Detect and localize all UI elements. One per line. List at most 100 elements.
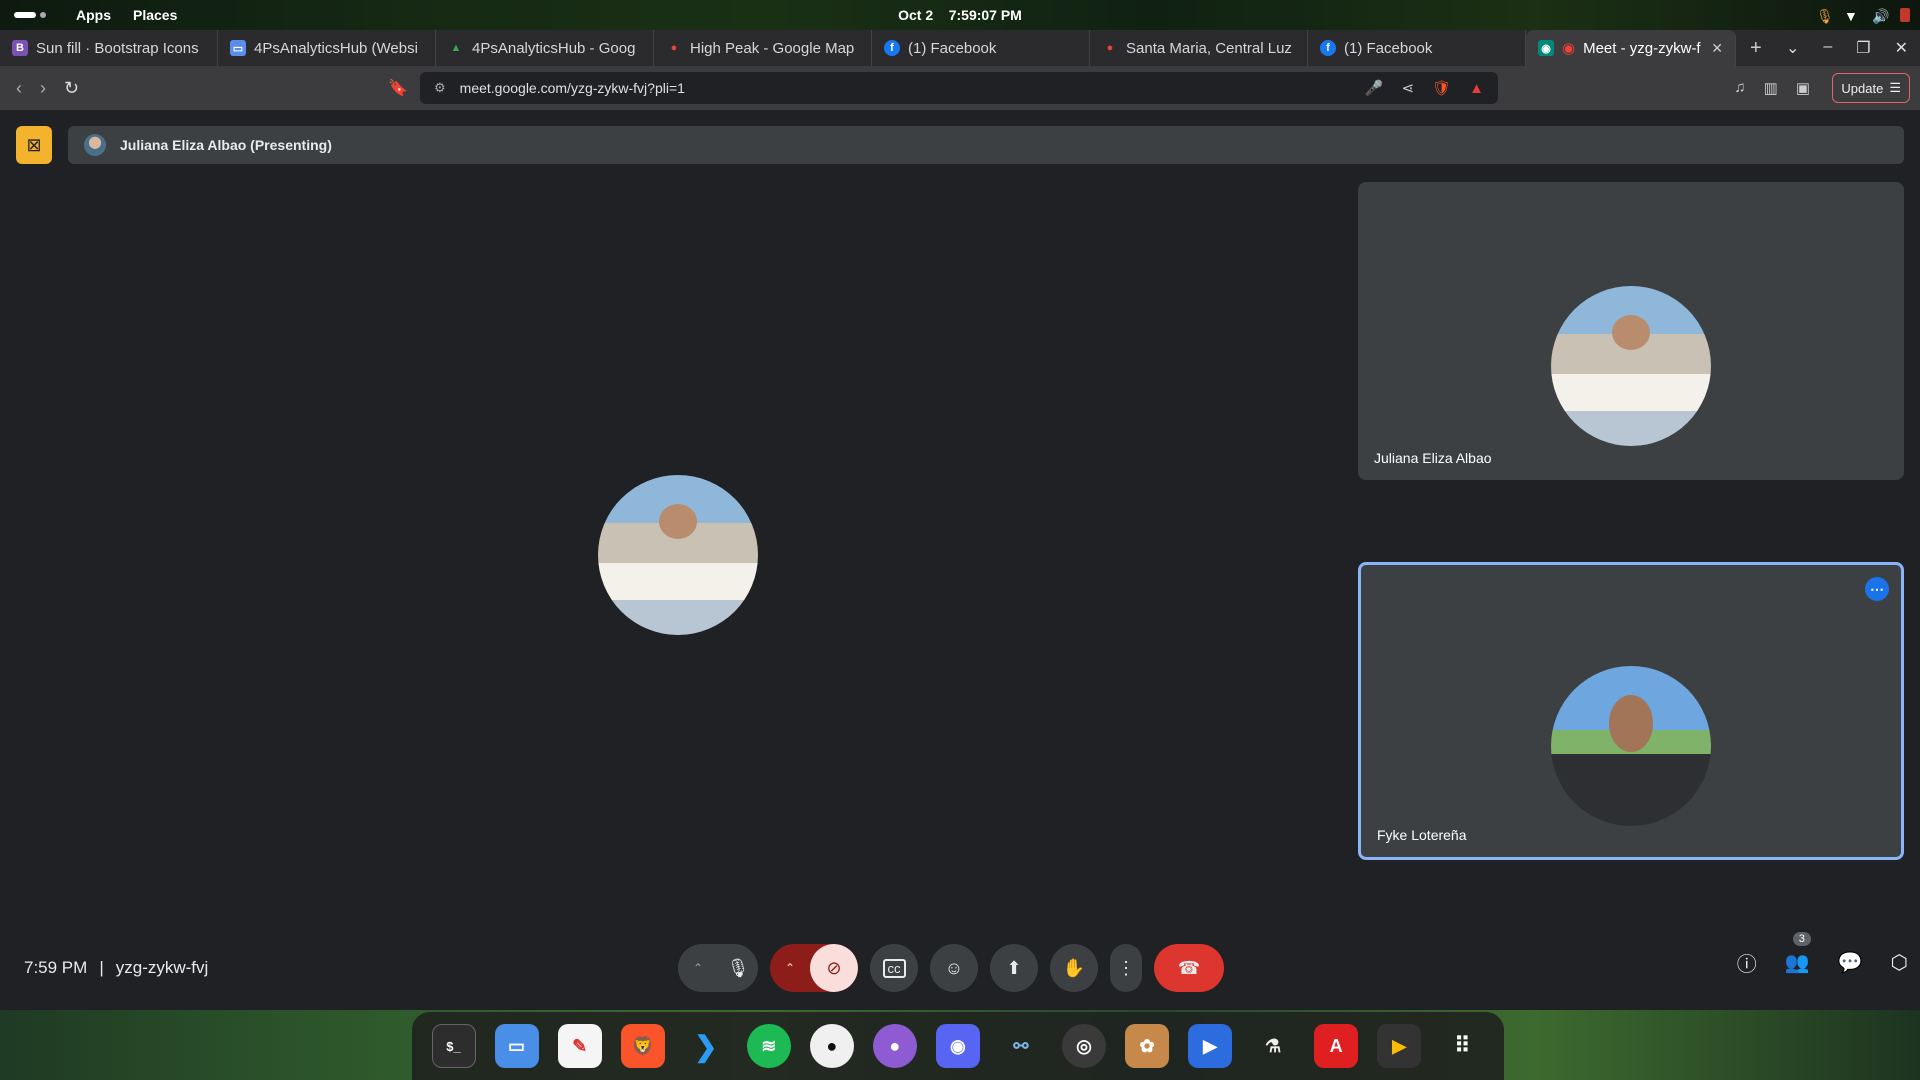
meet-call-area: ⊠ Juliana Eliza Albao (Presenting) Julia…: [0, 110, 1920, 1010]
recording-indicator-icon: ◉: [1562, 40, 1576, 57]
files-icon[interactable]: ▭: [494, 1024, 539, 1068]
wifi-icon[interactable]: ▼: [1844, 8, 1858, 24]
browser-tab-bar: B Sun fill · Bootstrap Icons ▭ 4PsAnalyt…: [0, 30, 1920, 66]
media-icon[interactable]: ♫: [1734, 79, 1745, 97]
browser-tab[interactable]: ▲ 4PsAnalyticsHub - Goog: [436, 30, 654, 66]
reload-icon[interactable]: ↻: [64, 78, 79, 99]
chat-icon[interactable]: 💬: [1838, 950, 1863, 975]
github-icon[interactable]: ●: [809, 1024, 854, 1068]
end-call-icon: ☎: [1177, 957, 1201, 978]
participant-tile-active[interactable]: ⋯ Fyke Lotereña: [1358, 562, 1904, 860]
wallet-icon[interactable]: ▣: [1796, 79, 1810, 97]
workspace-indicator-icon: [14, 12, 36, 18]
participant-tile[interactable]: Juliana Eliza Albao: [1358, 182, 1904, 480]
activities-icon[interactable]: ⬡: [1891, 950, 1908, 975]
browser-tab[interactable]: f (1) Facebook: [1308, 30, 1526, 66]
presenter-avatar: [84, 134, 106, 156]
tab-title: 4PsAnalyticsHub - Goog: [472, 39, 636, 57]
sidebar-icon[interactable]: ▥: [1764, 79, 1778, 97]
vscode-icon[interactable]: ❯: [684, 1024, 728, 1068]
address-bar[interactable]: ⚙ meet.google.com/yzg-zykw-fvj?pli=1 🎤 ⋖…: [420, 72, 1498, 104]
meeting-details: 7:59 PM | yzg-zykw-fvj: [24, 958, 208, 978]
present-screen-button[interactable]: ⬆: [990, 944, 1038, 992]
github-desktop-icon[interactable]: ●: [872, 1024, 917, 1068]
more-options-icon[interactable]: ⋯: [1865, 577, 1889, 601]
meeting-info-icon[interactable]: ⓘ: [1737, 948, 1757, 977]
system-clock[interactable]: Oct 2 7:59:07 PM: [0, 7, 1920, 23]
brave-browser-icon[interactable]: 🦁: [620, 1024, 665, 1068]
browser-tab[interactable]: ▭ 4PsAnalyticsHub (Websi: [218, 30, 436, 66]
more-options-button[interactable]: ⋮: [1110, 944, 1142, 992]
places-menu[interactable]: Places: [133, 7, 177, 23]
browser-tab-active[interactable]: ◉ ◉ Meet - yzg-zykw-f ✕: [1526, 30, 1736, 66]
audio-settings-chevron-icon[interactable]: ⌃: [678, 944, 718, 992]
bookmark-icon[interactable]: 🔖: [388, 78, 408, 98]
people-icon[interactable]: 👥 3: [1785, 932, 1811, 975]
spotify-icon[interactable]: ≋: [746, 1024, 791, 1068]
participant-avatar: [1551, 666, 1711, 826]
obs-icon[interactable]: ◎: [1061, 1024, 1106, 1068]
raise-hand-button[interactable]: ✋: [1050, 944, 1098, 992]
restore-icon[interactable]: ❐: [1856, 38, 1870, 58]
google-play-icon[interactable]: ▶: [1377, 1024, 1422, 1068]
main-stage-avatar: [598, 475, 758, 635]
brave-shields-icon[interactable]: 🛡: [1432, 79, 1451, 97]
system-tray[interactable]: 🎙 ▼ 🔊: [1816, 8, 1910, 24]
back-icon[interactable]: ‹: [16, 78, 22, 99]
pdf-reader-icon[interactable]: A: [1314, 1024, 1359, 1068]
video-settings-chevron-icon[interactable]: ⌃: [770, 944, 810, 992]
tab-title: High Peak - Google Map: [690, 39, 855, 57]
microphone-icon[interactable]: 🎙: [718, 944, 758, 992]
leave-call-button[interactable]: ☎: [1154, 944, 1224, 992]
present-screen-icon: ⬆: [1006, 957, 1022, 978]
minimize-icon[interactable]: –: [1823, 38, 1832, 58]
tweaks-icon[interactable]: ⚗: [1251, 1024, 1295, 1068]
terminal-icon[interactable]: $_: [431, 1024, 476, 1068]
tab-search-chevron-icon[interactable]: ⌄: [1786, 38, 1799, 58]
apps-menu[interactable]: Apps: [76, 7, 111, 23]
tab-title: Meet - yzg-zykw-f: [1583, 39, 1701, 57]
volume-icon[interactable]: 🔊: [1872, 8, 1889, 24]
menu-icon: ☰: [1889, 80, 1901, 95]
stop-presenting-button[interactable]: ⊠: [16, 126, 52, 164]
discord-icon[interactable]: ◉: [935, 1024, 980, 1068]
clock-date: Oct 2: [898, 7, 934, 23]
browser-tab[interactable]: f (1) Facebook: [872, 30, 1090, 66]
reactions-button[interactable]: ☺: [930, 944, 978, 992]
clock-time: 7:59:07 PM: [948, 7, 1022, 23]
microphone-in-use-icon[interactable]: 🎙: [1816, 8, 1834, 24]
show-apps-icon[interactable]: ⠿: [1440, 1024, 1484, 1068]
microphone-control: ⌃ 🎙: [678, 944, 758, 992]
forward-icon[interactable]: ›: [40, 78, 46, 99]
battery-icon[interactable]: [1900, 8, 1910, 22]
emoji-icon: ☺: [944, 957, 964, 978]
brave-rewards-icon[interactable]: ▲: [1469, 80, 1484, 97]
site-info-icon[interactable]: ⚙: [434, 80, 446, 96]
call-controls: ⌃ 🎙 ⌃ ⊘ cc ☺ ⬆ ✋ ⋮ ☎: [678, 944, 1224, 992]
steam-icon[interactable]: ⚯: [999, 1024, 1043, 1068]
close-window-icon[interactable]: ✕: [1895, 38, 1908, 58]
close-tab-icon[interactable]: ✕: [1711, 40, 1723, 57]
participant-avatar: [1551, 286, 1711, 446]
media-player-icon[interactable]: ▶: [1188, 1024, 1233, 1068]
camera-control: ⌃ ⊘: [770, 944, 858, 992]
browser-tab[interactable]: ● High Peak - Google Map: [654, 30, 872, 66]
text-editor-icon[interactable]: ✎: [557, 1024, 602, 1068]
mic-permission-icon[interactable]: 🎤: [1365, 79, 1384, 97]
drive-icon: ▲: [450, 42, 462, 54]
maps-pin-icon: ●: [670, 42, 678, 54]
tab-title: Sun fill · Bootstrap Icons: [36, 39, 199, 57]
activities-button[interactable]: [14, 12, 54, 18]
url-text[interactable]: meet.google.com/yzg-zykw-fvj?pli=1: [460, 80, 685, 96]
camera-off-icon[interactable]: ⊘: [810, 944, 858, 992]
captions-button[interactable]: cc: [870, 944, 918, 992]
update-label: Update: [1841, 80, 1884, 96]
people-count-badge: 3: [1792, 932, 1811, 946]
game-icon[interactable]: ✿: [1125, 1024, 1170, 1068]
bootstrap-icon: B: [12, 40, 28, 56]
browser-tab[interactable]: B Sun fill · Bootstrap Icons: [0, 30, 218, 66]
new-tab-button[interactable]: +: [1750, 37, 1762, 60]
update-button[interactable]: Update ☰: [1832, 73, 1910, 103]
browser-tab[interactable]: ● Santa Maria, Central Luz: [1090, 30, 1308, 66]
share-icon[interactable]: ⋖: [1402, 79, 1415, 97]
